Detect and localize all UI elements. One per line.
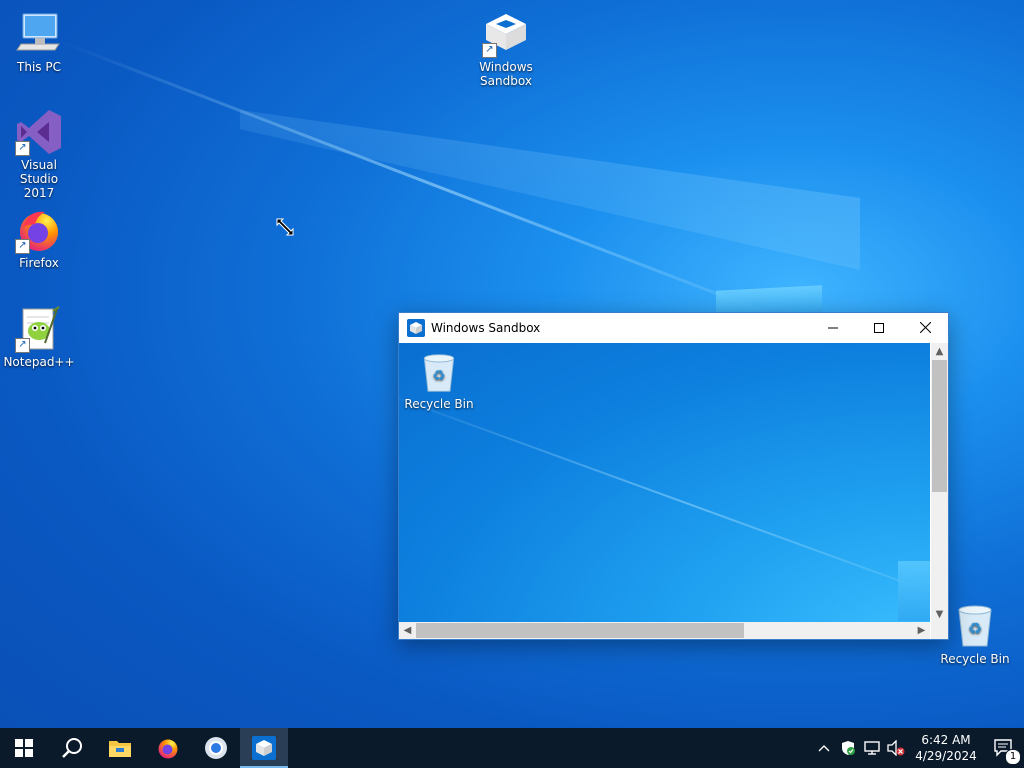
- desktop-icon-label: Visual Studio: [19, 158, 59, 186]
- taskbar: 6:42 AM 4/29/2024 1: [0, 728, 1024, 768]
- close-button[interactable]: [902, 313, 948, 342]
- desktop-icon-label: Recycle Bin: [940, 652, 1010, 666]
- action-center-button[interactable]: 1: [984, 728, 1024, 768]
- taskbar-clock[interactable]: 6:42 AM 4/29/2024: [908, 732, 984, 764]
- desktop-icon-label: This PC: [17, 60, 61, 74]
- chevron-up-icon: [818, 745, 830, 752]
- this-pc-icon: [15, 10, 63, 58]
- vertical-scrollbar[interactable]: ▲ ▼: [931, 343, 948, 623]
- desktop-icon-visual-studio[interactable]: ↗ Visual Studio 2017: [1, 108, 77, 200]
- recycle-bin-icon: ♻: [417, 351, 461, 395]
- scroll-right-arrow-icon[interactable]: ▶: [913, 622, 930, 639]
- wallpaper-light-beam: [399, 383, 930, 623]
- close-icon: [919, 322, 931, 333]
- desktop-icon-label-line2: Sandbox: [480, 74, 532, 88]
- shield-icon: [842, 741, 855, 755]
- windows-logo-icon: [15, 739, 33, 757]
- taskbar-chrome[interactable]: [192, 728, 240, 768]
- recycle-bin-icon: ♻: [951, 602, 999, 650]
- desktop-icon-windows-sandbox[interactable]: ↗ Windows Sandbox: [468, 10, 544, 88]
- minimize-icon: [828, 327, 838, 328]
- sandbox-recycle-bin[interactable]: ♻ Recycle Bin: [401, 351, 477, 411]
- horizontal-scrollbar[interactable]: ◀ ▶: [399, 622, 930, 639]
- visual-studio-icon: ↗: [15, 108, 63, 156]
- taskbar-firefox[interactable]: [144, 728, 192, 768]
- wallpaper-windows-logo-pane: [898, 561, 930, 621]
- shortcut-arrow-icon: ↗: [15, 239, 30, 254]
- chrome-icon: [205, 737, 227, 759]
- desktop-icon-label: Firefox: [19, 256, 59, 270]
- desktop-icon-notepad-plus-plus[interactable]: ↗ Notepad++: [1, 305, 77, 369]
- shortcut-arrow-icon: ↗: [15, 141, 30, 156]
- scroll-up-arrow-icon[interactable]: ▲: [931, 343, 948, 360]
- window-title: Windows Sandbox: [431, 320, 541, 335]
- diagonal-resize-cursor-icon: [276, 218, 294, 240]
- show-hidden-icons-button[interactable]: [812, 728, 836, 768]
- file-explorer-icon: [109, 741, 131, 757]
- desktop-icon-this-pc[interactable]: This PC: [1, 10, 77, 74]
- search-button[interactable]: [48, 728, 96, 768]
- taskbar-windows-sandbox[interactable]: [240, 728, 288, 768]
- tray-security[interactable]: [836, 728, 860, 768]
- svg-text:♻: ♻: [432, 367, 445, 384]
- windows-sandbox-icon: [252, 736, 276, 760]
- vertical-scroll-thumb[interactable]: [932, 360, 947, 492]
- firefox-icon: [158, 739, 178, 759]
- windows-sandbox-icon: [407, 318, 425, 337]
- firefox-icon: ↗: [15, 206, 63, 254]
- windows-sandbox-icon: ↗: [482, 10, 530, 58]
- clock-date: 4/29/2024: [915, 749, 977, 763]
- desktop-icon-label: Recycle Bin: [404, 397, 474, 411]
- horizontal-scroll-thumb[interactable]: [416, 623, 744, 638]
- scroll-left-arrow-icon[interactable]: ◀: [399, 622, 416, 639]
- wallpaper-light-beam: [59, 40, 827, 337]
- desktop-icon-label: Windows: [479, 60, 533, 74]
- start-button[interactable]: [0, 728, 48, 768]
- notepad-plus-plus-icon: ↗: [15, 305, 63, 353]
- windows-sandbox-window[interactable]: Windows Sandbox ♻ Recycle Bin ▲ ▼ ◀ ▶: [398, 312, 949, 640]
- desktop-icon-label: Notepad++: [3, 355, 75, 369]
- tray-volume[interactable]: [884, 728, 908, 768]
- clock-time: 6:42 AM: [921, 733, 971, 747]
- svg-text:♻: ♻: [968, 619, 982, 638]
- system-tray: 6:42 AM 4/29/2024 1: [812, 728, 1024, 768]
- tray-network[interactable]: [860, 728, 884, 768]
- maximize-button[interactable]: [856, 313, 902, 342]
- minimize-button[interactable]: [810, 313, 856, 342]
- resize-grip[interactable]: [931, 622, 948, 639]
- notification-count-badge: 1: [1005, 749, 1021, 765]
- maximize-icon: [874, 322, 884, 333]
- shortcut-arrow-icon: ↗: [482, 43, 497, 58]
- wallpaper-light-ray: [240, 110, 860, 270]
- taskbar-file-explorer[interactable]: [96, 728, 144, 768]
- sandbox-desktop-view[interactable]: ♻ Recycle Bin: [399, 343, 930, 623]
- shortcut-arrow-icon: ↗: [15, 338, 30, 353]
- scroll-down-arrow-icon[interactable]: ▼: [931, 606, 948, 623]
- search-icon: [62, 738, 82, 758]
- desktop-icon-firefox[interactable]: ↗ Firefox: [1, 206, 77, 270]
- desktop-icon-label-line2: 2017: [23, 186, 55, 200]
- speaker-muted-icon: [887, 740, 905, 756]
- network-icon: [864, 741, 880, 755]
